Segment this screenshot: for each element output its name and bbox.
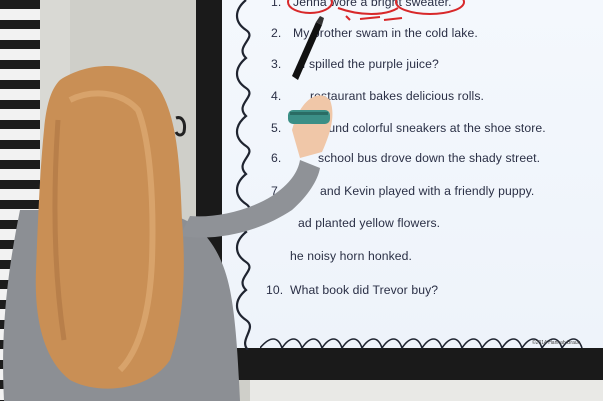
copyright-text: ©2014 Hannah Braun [532,340,581,346]
marker-pen [292,16,324,80]
student-writing-on-board [3,66,333,401]
classroom-photo: 1. Jenna wore a bright sweater. 2. My broth… [0,0,603,401]
sentence-text: school bus drove down the shady street. [318,151,541,165]
sentence-text: found colorful sneakers at the shoe stor… [318,121,546,135]
sentence-text: and Kevin played with a friendly puppy. [320,184,535,198]
